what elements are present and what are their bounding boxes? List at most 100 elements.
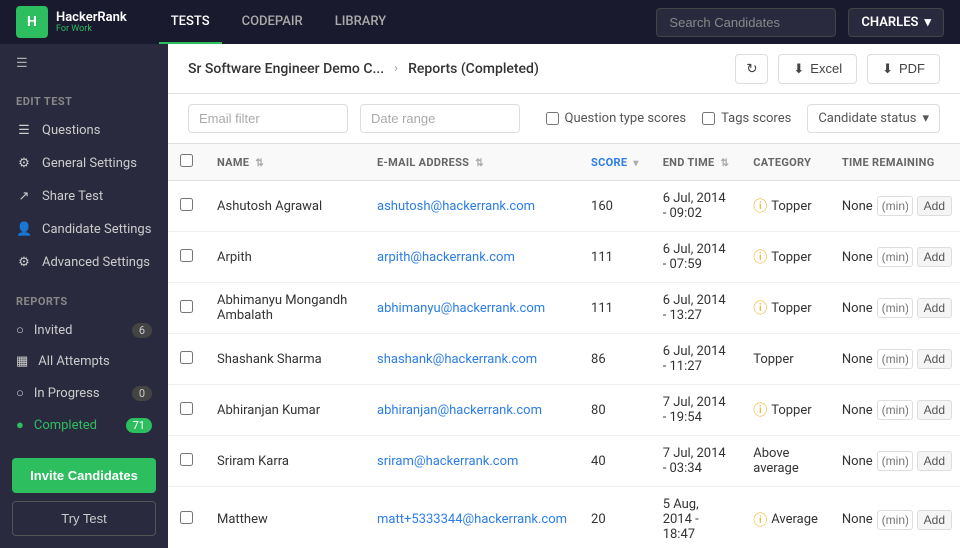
add-time-button[interactable]: Add: [917, 349, 952, 369]
row-name: Abhiranjan Kumar: [205, 385, 365, 436]
row-email-link[interactable]: matt+5333344@hackerrank.com: [377, 512, 567, 527]
tags-scores-label[interactable]: Tags scores: [702, 111, 791, 126]
row-score: 111: [579, 283, 651, 334]
download-excel-icon: ⬇: [793, 61, 804, 77]
row-checkbox[interactable]: [180, 453, 193, 466]
content-area: Sr Software Engineer Demo C... › Reports…: [168, 44, 960, 548]
user-icon: 👤: [16, 222, 32, 237]
category-label: Topper: [771, 199, 811, 214]
category-label: Average: [771, 512, 818, 527]
sidebar-item-share-test[interactable]: ↗ Share Test: [0, 180, 168, 213]
row-checkbox-cell: [168, 181, 205, 232]
sidebar-label-in-progress: In Progress: [34, 386, 100, 401]
hamburger-icon[interactable]: ☰: [0, 44, 168, 83]
row-end-time: 7 Jul, 2014 - 19:54: [651, 385, 742, 436]
candidate-status-dropdown[interactable]: Candidate status ▾: [807, 104, 940, 133]
time-input[interactable]: [877, 196, 913, 216]
try-test-button[interactable]: Try Test: [12, 501, 156, 536]
candidates-table: NAME ⇅ E-MAIL ADDRESS ⇅ SCORE ▾ END TIME…: [168, 144, 960, 548]
sort-score-icon[interactable]: ▾: [633, 158, 638, 169]
row-email-link[interactable]: ashutosh@hackerrank.com: [377, 199, 535, 214]
sidebar-item-general-settings[interactable]: ⚙ General Settings: [0, 147, 168, 180]
nav-links: TESTS CODEPAIR LIBRARY: [159, 0, 657, 44]
sidebar-item-candidate-settings[interactable]: 👤 Candidate Settings: [0, 213, 168, 246]
sidebar-label-invited: Invited: [34, 323, 73, 338]
add-time-button[interactable]: Add: [917, 400, 952, 420]
row-category: ⓘ Topper: [741, 232, 830, 283]
list-icon: ☰: [16, 123, 32, 138]
excel-button[interactable]: ⬇ Excel: [778, 54, 857, 84]
row-checkbox[interactable]: [180, 511, 193, 524]
sidebar-item-questions[interactable]: ☰ Questions: [0, 114, 168, 147]
row-time-remaining: None Add: [830, 334, 960, 385]
question-type-scores-checkbox[interactable]: [546, 112, 559, 125]
category-label: Topper: [771, 301, 811, 316]
sort-end-icon[interactable]: ⇅: [721, 158, 730, 169]
sidebar-item-all-attempts[interactable]: ▦ All Attempts: [0, 346, 168, 377]
nav-library[interactable]: LIBRARY: [323, 0, 399, 44]
add-time-button[interactable]: Add: [917, 451, 952, 471]
settings-icon: ⚙: [16, 156, 32, 171]
date-range-input[interactable]: [360, 104, 520, 133]
row-checkbox-cell: [168, 283, 205, 334]
sidebar-item-invited[interactable]: ○ Invited 6: [0, 314, 168, 346]
search-input[interactable]: [656, 8, 836, 37]
time-input[interactable]: [877, 400, 913, 420]
sidebar-label-completed: Completed: [34, 418, 97, 433]
sidebar-label-candidate-settings: Candidate Settings: [42, 222, 151, 237]
row-checkbox[interactable]: [180, 300, 193, 313]
sidebar-item-in-progress[interactable]: ○ In Progress 0: [0, 377, 168, 409]
time-input[interactable]: [877, 349, 913, 369]
add-time-button[interactable]: Add: [917, 510, 952, 530]
row-checkbox[interactable]: [180, 402, 193, 415]
row-checkbox[interactable]: [180, 249, 193, 262]
logo-work: For Work: [56, 24, 127, 34]
row-email-link[interactable]: sriram@hackerrank.com: [377, 454, 518, 469]
refresh-button[interactable]: ↻: [735, 54, 768, 84]
time-none-label: None: [842, 250, 873, 265]
user-menu[interactable]: CHARLES ▾: [848, 8, 944, 37]
chevron-down-icon: ▾: [922, 111, 929, 126]
row-email-link[interactable]: shashank@hackerrank.com: [377, 352, 537, 367]
tags-scores-checkbox[interactable]: [702, 112, 715, 125]
sidebar-item-completed[interactable]: ● Completed 71: [0, 409, 168, 441]
question-type-scores-label[interactable]: Question type scores: [546, 111, 687, 126]
pdf-button[interactable]: ⬇ PDF: [867, 54, 940, 84]
time-input[interactable]: [877, 247, 913, 267]
sidebar-label-all-attempts: All Attempts: [38, 354, 109, 369]
row-checkbox[interactable]: [180, 351, 193, 364]
time-input[interactable]: [877, 510, 913, 530]
row-email-link[interactable]: abhimanyu@hackerrank.com: [377, 301, 545, 316]
nav-tests[interactable]: TESTS: [159, 0, 222, 44]
sort-name-icon[interactable]: ⇅: [255, 158, 264, 169]
row-email-link[interactable]: abhiranjan@hackerrank.com: [377, 403, 542, 418]
table-row: Shashank Sharma shashank@hackerrank.com …: [168, 334, 960, 385]
sidebar-bottom: Invite Candidates Try Test: [0, 446, 168, 548]
table-row: Ashutosh Agrawal ashutosh@hackerrank.com…: [168, 181, 960, 232]
add-time-button[interactable]: Add: [917, 196, 952, 216]
col-header-name: NAME ⇅: [205, 144, 365, 181]
time-input[interactable]: [877, 451, 913, 471]
sidebar-item-advanced-settings[interactable]: ⚙ Advanced Settings: [0, 246, 168, 279]
completed-badge: 71: [126, 418, 152, 433]
row-checkbox[interactable]: [180, 198, 193, 211]
add-time-button[interactable]: Add: [917, 247, 952, 267]
row-email-link[interactable]: arpith@hackerrank.com: [377, 250, 515, 265]
share-icon: ↗: [16, 189, 32, 204]
row-end-time: 5 Aug, 2014 - 18:47: [651, 487, 742, 548]
row-score: 40: [579, 436, 651, 487]
sidebar-label-general-settings: General Settings: [42, 156, 137, 171]
select-all-checkbox[interactable]: [180, 154, 193, 167]
main-layout: ☰ EDIT TEST ☰ Questions ⚙ General Settin…: [0, 44, 960, 548]
invite-candidates-button[interactable]: Invite Candidates: [12, 458, 156, 493]
time-input[interactable]: [877, 298, 913, 318]
sidebar-label-questions: Questions: [42, 123, 100, 138]
email-filter-input[interactable]: [188, 104, 348, 133]
check-icon: ●: [16, 417, 24, 433]
sort-email-icon[interactable]: ⇅: [475, 158, 484, 169]
time-none-label: None: [842, 301, 873, 316]
nav-codepair[interactable]: CODEPAIR: [230, 0, 315, 44]
add-time-button[interactable]: Add: [917, 298, 952, 318]
time-none-label: None: [842, 403, 873, 418]
table-row: Arpith arpith@hackerrank.com 111 6 Jul, …: [168, 232, 960, 283]
